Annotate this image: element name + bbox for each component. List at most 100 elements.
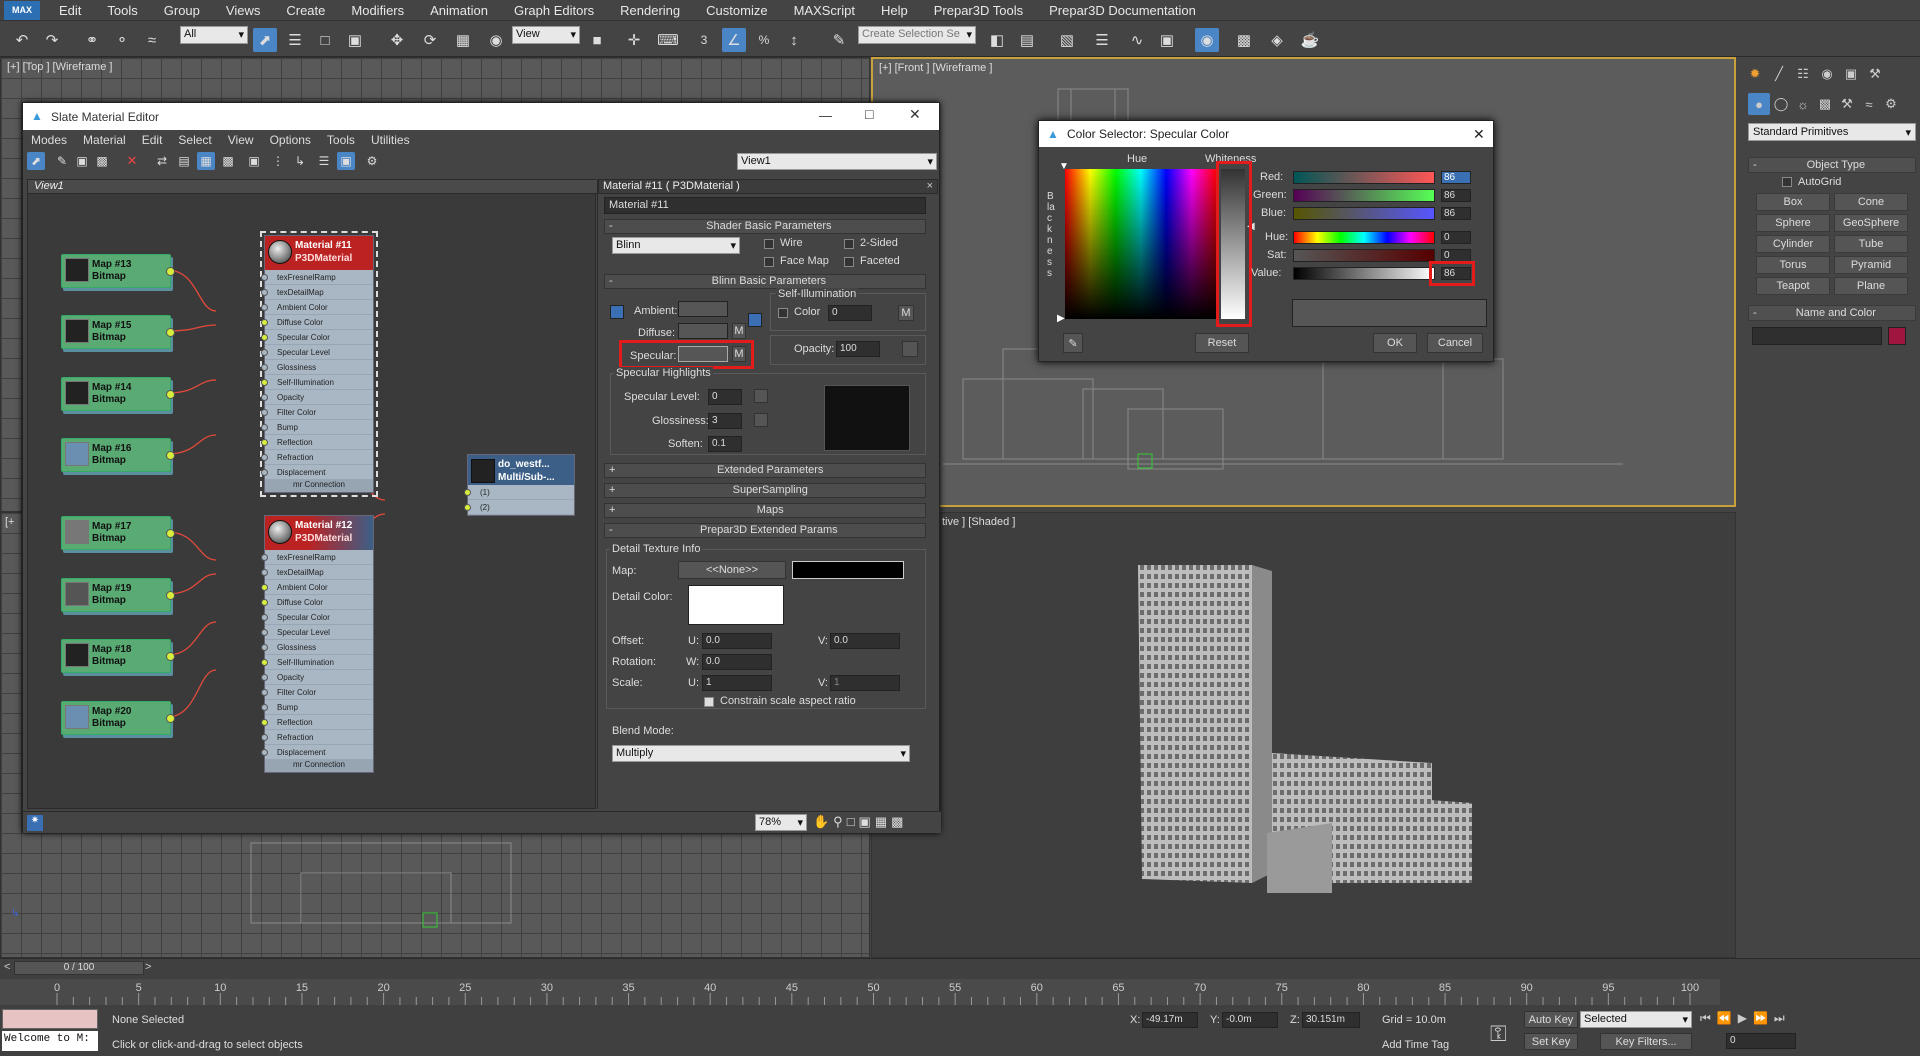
teapot-button[interactable]: Teapot [1756, 277, 1830, 295]
menu-edit[interactable]: Edit [46, 3, 94, 18]
slate-menu-options[interactable]: Options [262, 133, 319, 147]
slate-menu-material[interactable]: Material [75, 133, 134, 147]
slot-socket[interactable] [464, 489, 471, 496]
viewport-perspective[interactable]: tive ] [Shaded ] [871, 512, 1736, 958]
blend-mode-dropdown[interactable]: Multiply ▾ [612, 745, 910, 762]
maximize-icon[interactable]: □ [865, 106, 873, 122]
map-output-socket[interactable] [166, 267, 175, 276]
slot-socket[interactable] [261, 454, 268, 461]
material-slot[interactable]: Filter Color [261, 405, 373, 420]
object-color-swatch[interactable] [1888, 327, 1906, 345]
ambient-swatch[interactable] [678, 301, 728, 317]
snaps-toggle-icon[interactable]: 3 [692, 28, 716, 52]
slate-menu-select[interactable]: Select [170, 133, 219, 147]
mr-connection[interactable]: mr Connection [265, 480, 373, 492]
red-bar[interactable] [1293, 171, 1435, 184]
map-output-socket[interactable] [166, 591, 175, 600]
max-logo-button[interactable]: MAX [4, 0, 40, 20]
add-time-tag[interactable]: Add Time Tag [1382, 1039, 1449, 1051]
two-sided-checkbox[interactable] [844, 239, 854, 249]
material-slot[interactable]: Displacement [261, 745, 373, 760]
maps-rollout[interactable]: + Maps [604, 503, 926, 518]
align-icon[interactable]: ▤ [1015, 28, 1039, 52]
time-slider[interactable]: 0 / 100 [14, 961, 144, 975]
layout-all-icon[interactable]: ▣ [245, 152, 263, 170]
blinn-basic-rollout[interactable]: - Blinn Basic Parameters [604, 274, 926, 289]
slot-socket[interactable] [261, 554, 268, 561]
slate-menu-utilities[interactable]: Utilities [363, 133, 418, 147]
search-nodes-icon[interactable]: ⚙ [363, 152, 381, 170]
edit-named-selection-icon[interactable]: ✎ [827, 28, 851, 52]
menu-rendering[interactable]: Rendering [607, 3, 693, 18]
category-dropdown[interactable]: Standard Primitives ▾ [1748, 123, 1916, 141]
soften-value[interactable]: 0.1 [708, 436, 742, 452]
material-slot[interactable]: texFresnelRamp [261, 270, 373, 285]
shader-type-dropdown[interactable]: Blinn ▾ [612, 237, 740, 254]
track-bar[interactable]: 0 5 10 15 20 25 30 35 40 45 50 55 60 65 70 75 80 85 90 95 10… [0, 979, 1720, 1005]
hue-blackness-picker[interactable] [1065, 169, 1217, 319]
material-slot[interactable]: Specular Level [261, 625, 373, 640]
curve-editor-icon[interactable]: ∿ [1125, 28, 1149, 52]
helpers-icon[interactable]: ⚒ [1836, 93, 1858, 115]
lock-diffuse-specular-icon[interactable] [748, 313, 762, 327]
menu-group[interactable]: Group [151, 3, 213, 18]
plane-button[interactable]: Plane [1834, 277, 1908, 295]
specular-level-value[interactable]: 0 [708, 389, 742, 405]
map-output-socket[interactable] [166, 328, 175, 337]
background-icon[interactable]: ▩ [219, 152, 237, 170]
map-node[interactable]: Map #17 Bitmap [61, 516, 175, 550]
slate-view-nav-icons[interactable]: ✋⚲□▣▦▩ [813, 814, 907, 830]
diffuse-swatch[interactable] [678, 323, 728, 339]
scale-u-value[interactable]: 1 [702, 675, 772, 691]
material-slot[interactable]: Specular Color [261, 330, 373, 345]
material-slot[interactable]: Reflection [261, 435, 373, 450]
opacity-map-button[interactable] [902, 341, 918, 357]
minimize-icon[interactable]: — [819, 108, 832, 123]
angle-snap-icon[interactable]: ∠ [722, 28, 746, 52]
lock-ambient-diffuse-icon[interactable] [610, 305, 624, 319]
select-object-icon[interactable]: ⬈ [253, 28, 277, 52]
slate-view-dropdown[interactable]: View1 ▾ [737, 153, 937, 170]
shapes-icon[interactable]: ◯ [1770, 93, 1792, 115]
layer-manager-icon[interactable]: ▧ [1055, 28, 1079, 52]
time-slider-prev[interactable]: < [4, 961, 10, 973]
blue-value[interactable]: 86 [1441, 207, 1471, 220]
reset-button[interactable]: Reset [1195, 333, 1249, 353]
slate-menu-edit[interactable]: Edit [134, 133, 171, 147]
time-slider-next[interactable]: > [145, 961, 151, 973]
menu-prepar3d-tools[interactable]: Prepar3D Tools [921, 3, 1036, 18]
material-slot[interactable]: Bump [261, 420, 373, 435]
modify-tab-icon[interactable]: ╱ [1768, 63, 1790, 85]
material-slot[interactable]: Glossiness [261, 640, 373, 655]
material-slot[interactable]: texDetailMap [261, 285, 373, 300]
map-output-socket[interactable] [166, 652, 175, 661]
object-name-input[interactable] [1752, 327, 1882, 345]
map-node[interactable]: Map #19 Bitmap [61, 578, 175, 612]
extended-parameters-rollout[interactable]: + Extended Parameters [604, 463, 926, 478]
select-by-name-icon[interactable]: ☰ [283, 28, 307, 52]
map-output-socket[interactable] [166, 529, 175, 538]
constrain-scale-checkbox[interactable] [704, 697, 714, 707]
mr-connection[interactable]: mr Connection [265, 760, 373, 772]
hierarchy-tab-icon[interactable]: ☷ [1792, 63, 1814, 85]
put-material-icon[interactable]: ▣ [73, 152, 91, 170]
percent-snap-icon[interactable]: % [752, 28, 776, 52]
torus-button[interactable]: Torus [1756, 256, 1830, 274]
supersampling-rollout[interactable]: + SuperSampling [604, 483, 926, 498]
green-value[interactable]: 86 [1441, 189, 1471, 202]
parameter-editor-icon[interactable]: ☰ [315, 152, 333, 170]
material-slot[interactable]: Self-Illumination [261, 655, 373, 670]
material-slot[interactable]: Self-Illumination [261, 375, 373, 390]
slot-socket[interactable] [261, 274, 268, 281]
maxscript-listener-pink[interactable] [2, 1009, 98, 1029]
red-value[interactable]: 86 [1441, 171, 1471, 184]
current-frame-input[interactable]: 0 [1726, 1033, 1796, 1049]
auto-key-button[interactable]: Auto Key [1524, 1011, 1578, 1028]
slot-socket[interactable] [261, 629, 268, 636]
material-slot[interactable]: Reflection [261, 715, 373, 730]
slot-socket[interactable] [261, 584, 268, 591]
map-node[interactable]: Map #16 Bitmap [61, 438, 175, 472]
slot-socket[interactable] [261, 659, 268, 666]
sphere-button[interactable]: Sphere [1756, 214, 1830, 232]
face-map-checkbox[interactable] [764, 257, 774, 267]
